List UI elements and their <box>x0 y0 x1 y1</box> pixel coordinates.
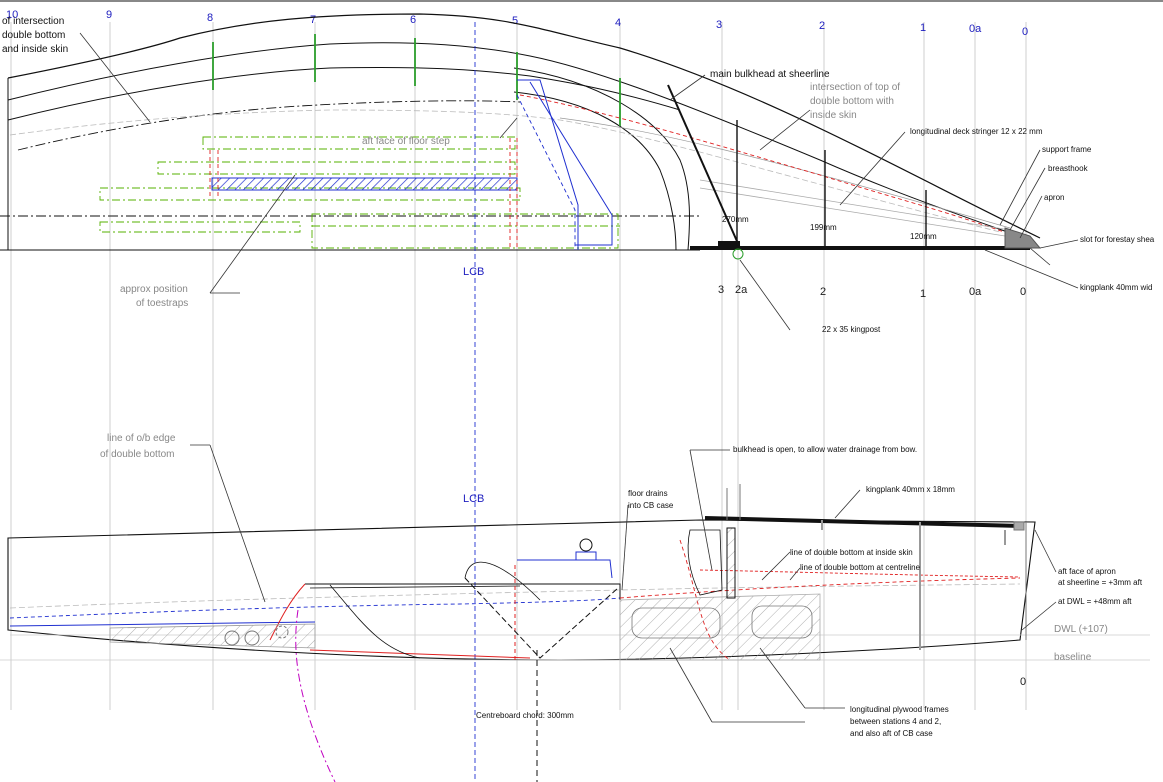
apron-dwl-label: at DWL = +48mm aft <box>1058 597 1132 606</box>
apron-sheer-label-line1: aft face of apron <box>1058 567 1116 576</box>
dwl-label: DWL (+107) <box>1054 624 1108 635</box>
support-frame-label: support frame <box>1042 145 1092 154</box>
floor-drains-label-line1: floor drains <box>628 489 668 498</box>
dimension-270: 270mm <box>722 215 749 224</box>
profile-labels: line of o/b edge of double bottom bulkhe… <box>100 433 1143 738</box>
floor-drains-label-line2: into CB case <box>628 501 674 510</box>
lcb-label-bottom: LCB <box>463 493 484 505</box>
main-bulkhead-label: main bulkhead at sheerline <box>710 69 830 80</box>
baseline-label: baseline <box>1054 652 1092 663</box>
ob-edge-label-line2: of double bottom <box>100 449 175 460</box>
deck-plan <box>0 13 1042 782</box>
dimension-199: 199mm <box>810 223 837 232</box>
station-label: 8 <box>207 12 213 24</box>
hull-profile <box>0 484 1150 782</box>
intersection-label-line3: and inside skin <box>2 44 68 55</box>
kingpost-label: 22 x 35 kingpost <box>822 325 881 334</box>
station-label: 2a <box>735 284 748 296</box>
ply-frames-label-line3: and also aft of CB case <box>850 729 933 738</box>
apron-label: apron <box>1044 193 1064 202</box>
station-label: 5 <box>512 15 518 27</box>
station-label: 0a <box>969 286 982 298</box>
intersection-top-label-line2: double bottom with <box>810 96 894 107</box>
intersection-top-label-line3: inside skin <box>810 110 857 121</box>
station-label: 3 <box>718 284 724 296</box>
station-label: 0a <box>969 23 982 35</box>
toestraps-label-line1: approx position <box>120 284 188 295</box>
dimension-120: 120mm <box>910 232 937 241</box>
station-label: 7 <box>310 14 316 26</box>
aft-face-floor-step-label: aft face of floor step <box>362 136 450 147</box>
inside-skin-line-label: line of double bottom at inside skin <box>790 548 913 557</box>
station-label: 4 <box>615 17 621 29</box>
station-label: 0 <box>1020 286 1026 298</box>
boat-construction-drawing: 10 9 8 7 6 5 4 3 2 1 0a 0 3 2a 2 1 0a 0 … <box>0 0 1163 782</box>
station-label: 3 <box>716 19 722 31</box>
forestay-slot-label: slot for forestay shea <box>1080 235 1155 244</box>
intersection-label-line1: of intersection <box>2 16 64 27</box>
station-label: 2 <box>820 286 826 298</box>
station-label: 0 <box>1022 26 1028 38</box>
centreboard-label: Centreboard chord: 300mm <box>476 711 574 720</box>
toestraps-label-line2: of toestraps <box>136 298 188 309</box>
station-labels-mid: 3 2a 2 1 0a 0 <box>718 284 1026 300</box>
kingplank-bottom-label: kingplank 40mm x 18mm <box>866 485 955 494</box>
centreline-line-label: line of double bottom at centreline <box>800 563 921 572</box>
kingplank-top-label: kingplank 40mm wid <box>1080 283 1152 292</box>
ply-frames-label-line2: between stations 4 and 2, <box>850 717 941 726</box>
ply-frames-label-line1: longitudinal plywood frames <box>850 705 949 714</box>
apron-sheer-label-line2: at sheerline = +3mm aft <box>1058 578 1143 587</box>
ob-edge-label-line1: line of o/b edge <box>107 433 176 444</box>
station-label: 6 <box>410 14 416 26</box>
station-label: 1 <box>920 22 926 34</box>
station-label: 1 <box>920 288 926 300</box>
station-grid <box>10 22 1027 710</box>
intersection-top-label-line1: intersection of top of <box>810 82 900 93</box>
deck-stringer-label: longitudinal deck stringer 12 x 22 mm <box>910 127 1043 136</box>
station-label: 0 <box>1020 676 1026 688</box>
lcb-label-top: LCB <box>463 266 484 278</box>
station-label: 9 <box>106 9 112 21</box>
station-label: 2 <box>819 20 825 32</box>
intersection-label-line2: double bottom <box>2 30 65 41</box>
bulkhead-open-label: bulkhead is open, to allow water drainag… <box>733 445 917 454</box>
breasthook-label: breasthook <box>1048 164 1089 173</box>
